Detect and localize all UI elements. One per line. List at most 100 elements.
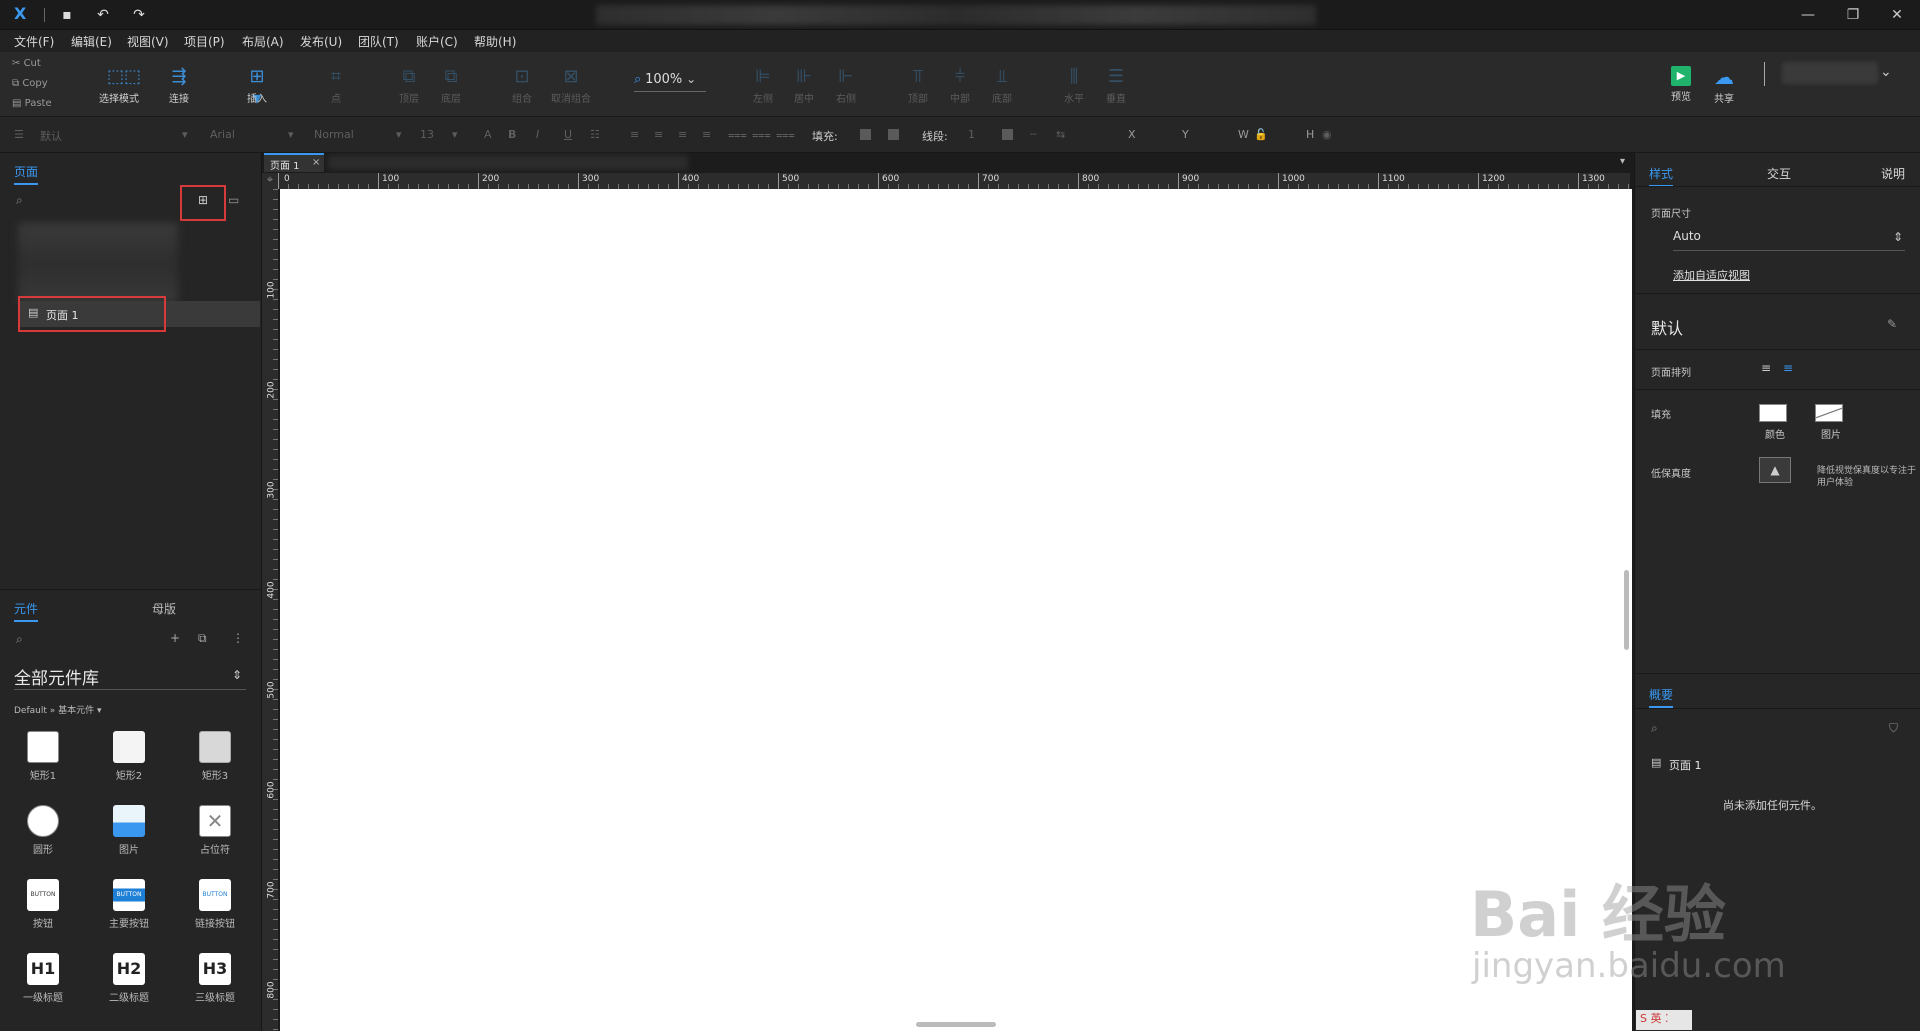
search-icon[interactable]: ⌕	[16, 193, 23, 208]
stroke-color-swatch[interactable]	[1002, 129, 1013, 140]
font-color-icon[interactable]: A	[484, 128, 492, 141]
align-center-text-icon[interactable]: ≡	[654, 128, 663, 141]
menu-help[interactable]: 帮助(H)	[474, 33, 516, 50]
component-primary-button[interactable]: BUTTON 主要按钮	[99, 879, 159, 949]
tab-style[interactable]: 样式	[1649, 165, 1674, 187]
close-button[interactable]: ✕	[1882, 5, 1912, 25]
font-size-select[interactable]: 13	[420, 128, 434, 141]
add-adaptive-view-link[interactable]: 添加自适应视图	[1673, 267, 1750, 283]
align-left-page-icon[interactable]: ≡	[1761, 361, 1771, 375]
component-image[interactable]: 图片	[99, 805, 159, 875]
minimize-button[interactable]: —	[1793, 5, 1823, 25]
bold-icon[interactable]: B	[508, 128, 516, 141]
connect-button[interactable]: ⇶ 连接	[156, 66, 202, 112]
vertical-scrollbar[interactable]	[1624, 570, 1629, 650]
zoom-select[interactable]: ⌕ 100% ⌄	[634, 72, 706, 92]
stroke-width-input[interactable]: 1	[968, 128, 975, 141]
fill-image-icon[interactable]	[1815, 404, 1843, 422]
arrow-style-icon[interactable]: ⇆	[1056, 128, 1065, 141]
filter-icon[interactable]: ⛉	[1889, 721, 1898, 736]
underline-icon[interactable]: U	[564, 128, 572, 141]
align-right-text-icon[interactable]: ≡	[678, 128, 687, 141]
insert-button[interactable]: ⊞ ▾ 插入	[234, 66, 280, 112]
align-top-button[interactable]: ⫪ 顶部	[895, 66, 941, 112]
page-size-select[interactable]: Auto ⇕	[1673, 229, 1905, 251]
design-canvas[interactable]	[280, 189, 1632, 1031]
search-icon[interactable]: ⌕	[1651, 721, 1658, 736]
list-icon[interactable]: ☷	[590, 128, 600, 141]
valign-middle-icon[interactable]: ⩶	[752, 128, 771, 142]
align-left-text-icon[interactable]: ≡	[630, 128, 639, 141]
bring-top-button[interactable]: ⧉ 顶层	[386, 66, 432, 112]
weight-select[interactable]: Normal	[314, 128, 354, 141]
style-select[interactable]: 默认	[40, 128, 62, 144]
menu-file[interactable]: 文件(F)	[14, 33, 54, 50]
undo-icon[interactable]: ↶	[94, 6, 112, 24]
font-select[interactable]: Arial	[210, 128, 235, 141]
menu-layout[interactable]: 布局(A)	[242, 33, 284, 50]
component-h3[interactable]: H3 三级标题	[185, 953, 245, 1023]
copy-button[interactable]: ⧉ Copy	[12, 78, 48, 89]
valign-top-icon[interactable]: ⩶	[728, 128, 747, 142]
edit-style-icon[interactable]: ✎	[1887, 317, 1897, 331]
canvas-tab[interactable]: 页面 1 ×	[264, 153, 324, 172]
more-icon[interactable]: ⋮	[232, 631, 244, 645]
tab-list-icon[interactable]: ▾	[1620, 156, 1625, 167]
select-mode-button[interactable]: ⬚⬚ 选择模式	[95, 66, 143, 112]
restore-button[interactable]: ❐	[1838, 5, 1868, 25]
fill-color-swatch[interactable]	[860, 129, 871, 140]
component-placeholder[interactable]: ✕ 占位符	[185, 805, 245, 875]
preview-button[interactable]: ▶ 预览	[1658, 66, 1704, 112]
horizontal-scrollbar[interactable]	[916, 1022, 996, 1027]
component-circle[interactable]: 圆形	[13, 805, 73, 875]
paste-button[interactable]: ▤ Paste	[12, 98, 52, 109]
align-center-page-icon[interactable]: ≡	[1783, 361, 1793, 375]
ime-status-icon[interactable]: S 英 ⁚	[1636, 1010, 1692, 1030]
justify-text-icon[interactable]: ≡	[702, 128, 711, 141]
ruler-origin-icon[interactable]: ⌖	[262, 173, 278, 189]
library-copy-icon[interactable]: ⧉	[198, 631, 207, 646]
group-button[interactable]: ⊡ 组合	[499, 66, 545, 112]
fill-color-swatch[interactable]	[1759, 404, 1787, 422]
redo-icon[interactable]: ↷	[130, 6, 148, 24]
component-link-button[interactable]: BUTTON 链接按钮	[185, 879, 245, 949]
tab-outline[interactable]: 概要	[1649, 686, 1674, 708]
component-h1[interactable]: H1 一级标题	[13, 953, 73, 1023]
lock-icon[interactable]: 🔓	[1254, 128, 1268, 141]
menu-view[interactable]: 视图(V)	[127, 33, 169, 50]
align-center-button[interactable]: ⊪ 居中	[781, 66, 827, 112]
menu-publish[interactable]: 发布(U)	[300, 33, 342, 50]
save-icon[interactable]: ▪	[58, 6, 76, 24]
low-fidelity-toggle[interactable]: ▲	[1759, 457, 1791, 483]
account-chevron-icon[interactable]: ⌄	[1880, 64, 1892, 80]
cut-button[interactable]: ✂ Cut	[12, 58, 41, 69]
component-rect1[interactable]: 矩形1	[13, 731, 73, 801]
tab-masters[interactable]: 母版	[152, 600, 176, 617]
line-pattern-icon[interactable]: ┄	[1030, 128, 1037, 141]
menu-team[interactable]: 团队(T)	[358, 33, 399, 50]
align-right-button[interactable]: ⊩ 右侧	[823, 66, 869, 112]
distribute-horizontal-button[interactable]: ⫼ 水平	[1051, 66, 1097, 112]
menu-account[interactable]: 账户(C)	[416, 33, 458, 50]
add-library-icon[interactable]: +	[170, 631, 180, 645]
component-rect2[interactable]: 矩形2	[99, 731, 159, 801]
component-rect3[interactable]: 矩形3	[185, 731, 245, 801]
tab-interaction[interactable]: 交互	[1767, 165, 1791, 182]
search-icon[interactable]: ⌕	[16, 632, 23, 647]
menu-project[interactable]: 项目(P)	[184, 33, 225, 50]
tab-pages[interactable]: 页面	[14, 163, 39, 185]
distribute-vertical-button[interactable]: ☰ 垂直	[1093, 66, 1139, 112]
point-button[interactable]: ⌗ 点	[313, 66, 359, 112]
visibility-icon[interactable]: ◉	[1322, 128, 1332, 141]
library-select[interactable]: 全部元件库 ⇕	[14, 664, 246, 690]
library-breadcrumb[interactable]: Default » 基本元件 ▾	[14, 703, 102, 716]
add-page-icon[interactable]: ⊞	[198, 193, 208, 207]
align-left-button[interactable]: ⊫ 左侧	[740, 66, 786, 112]
tab-components[interactable]: 元件	[14, 600, 39, 622]
tab-notes[interactable]: 说明	[1881, 165, 1905, 182]
add-folder-icon[interactable]: ▭	[228, 193, 239, 207]
italic-icon[interactable]: I	[536, 128, 539, 141]
send-bottom-button[interactable]: ⧉ 底层	[428, 66, 474, 112]
shadow-swatch[interactable]	[888, 129, 899, 140]
component-h2[interactable]: H2 二级标题	[99, 953, 159, 1023]
